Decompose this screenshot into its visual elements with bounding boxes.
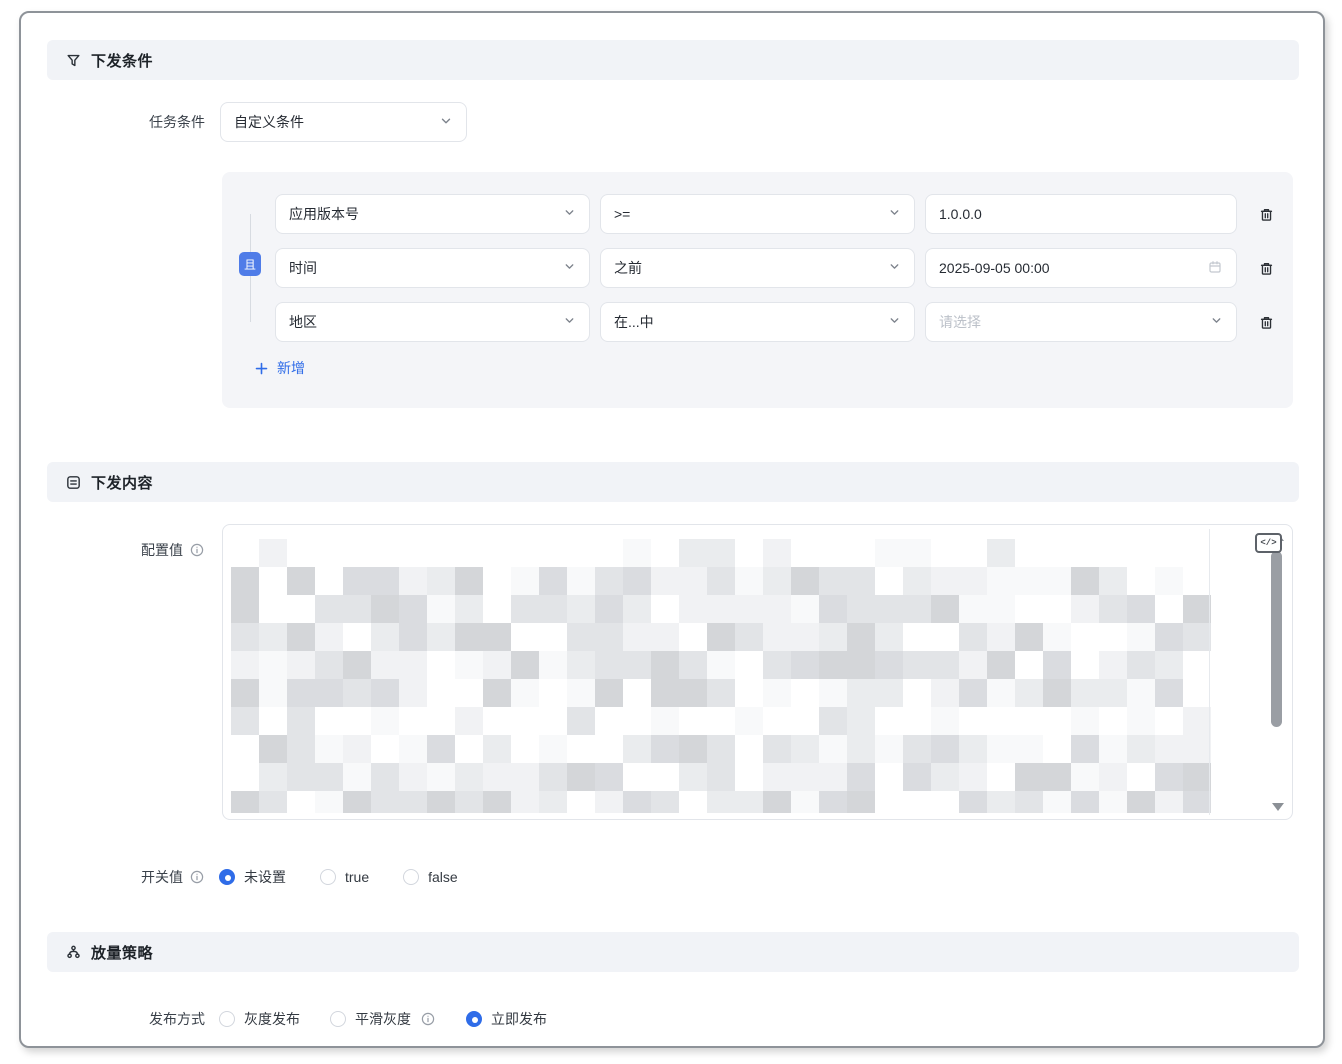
chevron-down-icon [439, 114, 453, 131]
task-condition-select[interactable]: 自定义条件 [220, 102, 467, 142]
section-content-header: 下发内容 [47, 462, 1299, 502]
condition-field-select[interactable]: 地区 [275, 302, 590, 342]
condition-value-input[interactable]: 1.0.0.0 [925, 194, 1237, 234]
switch-value-label-row: 开关值 [21, 865, 205, 889]
section-rollout-title: 放量策略 [91, 942, 153, 963]
trash-icon [1258, 314, 1275, 331]
condition-value: 1.0.0.0 [939, 206, 982, 222]
add-condition-button[interactable]: 新增 [254, 358, 305, 378]
switch-value-radio-row: 未设置 true false [219, 865, 458, 889]
radio-option[interactable]: true [320, 869, 369, 885]
sitemap-icon [65, 944, 82, 961]
condition-operator-select[interactable]: 之前 [600, 248, 915, 288]
radio-option[interactable]: 灰度发布 [219, 1009, 300, 1029]
condition-value-select[interactable]: 请选择 [925, 302, 1237, 342]
radio-button[interactable] [466, 1011, 482, 1027]
config-value-label: 配置值 [141, 540, 183, 560]
plus-icon [254, 361, 269, 376]
config-value-editor[interactable]: </> [222, 524, 1293, 820]
chevron-down-icon [563, 314, 576, 330]
trash-icon [1258, 260, 1275, 277]
code-view-button[interactable]: </> [1255, 533, 1282, 553]
delete-condition-button[interactable] [1255, 203, 1277, 225]
chevron-down-icon [563, 260, 576, 276]
delete-condition-button[interactable] [1255, 257, 1277, 279]
form-card: 下发条件 任务条件 自定义条件 且 应用版本号 >= 1.0.0.0 [19, 11, 1325, 1048]
chevron-down-icon [888, 260, 901, 276]
info-icon [420, 1011, 436, 1027]
info-icon [189, 869, 205, 885]
scrollbar-thumb[interactable] [1271, 551, 1282, 727]
condition-field-value: 时间 [289, 258, 317, 278]
task-condition-label-row: 任务条件 [21, 110, 205, 134]
delete-condition-button[interactable] [1255, 311, 1277, 333]
radio-option-label: false [428, 869, 458, 885]
chevron-down-icon [563, 206, 576, 222]
publish-mode-label-row: 发布方式 [21, 1007, 205, 1031]
section-rollout-header: 放量策略 [47, 932, 1299, 972]
condition-group-panel: 且 应用版本号 >= 1.0.0.0 时间 之前 [222, 172, 1293, 408]
section-conditions-header: 下发条件 [47, 40, 1299, 80]
config-editor-mosaic [231, 539, 1211, 813]
condition-operator-value: 之前 [614, 258, 642, 278]
condition-field-select[interactable]: 应用版本号 [275, 194, 590, 234]
radio-button[interactable] [320, 869, 336, 885]
radio-button[interactable] [219, 1011, 235, 1027]
radio-button[interactable] [219, 869, 235, 885]
info-icon [189, 542, 205, 558]
radio-option[interactable]: 平滑灰度 [330, 1009, 436, 1029]
filter-icon [65, 52, 82, 69]
chevron-down-icon [888, 206, 901, 222]
chevron-down-icon [888, 314, 901, 330]
radio-option-label: true [345, 869, 369, 885]
condition-field-select[interactable]: 时间 [275, 248, 590, 288]
condition-operator-value: >= [614, 206, 630, 222]
radio-option-label: 灰度发布 [244, 1009, 300, 1029]
condition-operator-select[interactable]: 在...中 [600, 302, 915, 342]
scrollbar-down-arrow[interactable] [1272, 803, 1284, 811]
radio-option-label: 未设置 [244, 867, 286, 887]
radio-option-label: 立即发布 [491, 1009, 547, 1029]
condition-field-value: 地区 [289, 312, 317, 332]
document-icon [65, 474, 82, 491]
publish-mode-radio-row: 灰度发布 平滑灰度 立即发布 [219, 1007, 547, 1031]
config-value-label-row: 配置值 [21, 538, 205, 562]
section-content-title: 下发内容 [91, 472, 153, 493]
radio-option[interactable]: false [403, 869, 458, 885]
radio-button[interactable] [330, 1011, 346, 1027]
task-condition-value: 自定义条件 [234, 112, 304, 132]
editor-gutter-divider [1209, 529, 1210, 815]
condition-field-value: 应用版本号 [289, 204, 359, 224]
condition-value-placeholder: 请选择 [939, 312, 981, 332]
condition-datetime-picker[interactable]: 2025-09-05 00:00 [925, 248, 1237, 288]
logic-and-badge: 且 [239, 252, 261, 276]
chevron-down-icon [1210, 314, 1223, 330]
radio-option[interactable]: 立即发布 [466, 1009, 547, 1029]
add-condition-label: 新增 [277, 358, 305, 378]
task-condition-label: 任务条件 [149, 112, 205, 132]
trash-icon [1258, 206, 1275, 223]
section-conditions-title: 下发条件 [91, 50, 153, 71]
condition-datetime-value: 2025-09-05 00:00 [939, 260, 1050, 276]
calendar-icon [1207, 259, 1223, 278]
condition-operator-value: 在...中 [614, 312, 654, 332]
radio-button[interactable] [403, 869, 419, 885]
radio-option[interactable]: 未设置 [219, 867, 286, 887]
publish-mode-label: 发布方式 [149, 1009, 205, 1029]
page: 下发条件 任务条件 自定义条件 且 应用版本号 >= 1.0.0.0 [0, 0, 1342, 1064]
condition-operator-select[interactable]: >= [600, 194, 915, 234]
switch-value-label: 开关值 [141, 867, 183, 887]
radio-option-label: 平滑灰度 [355, 1009, 411, 1029]
